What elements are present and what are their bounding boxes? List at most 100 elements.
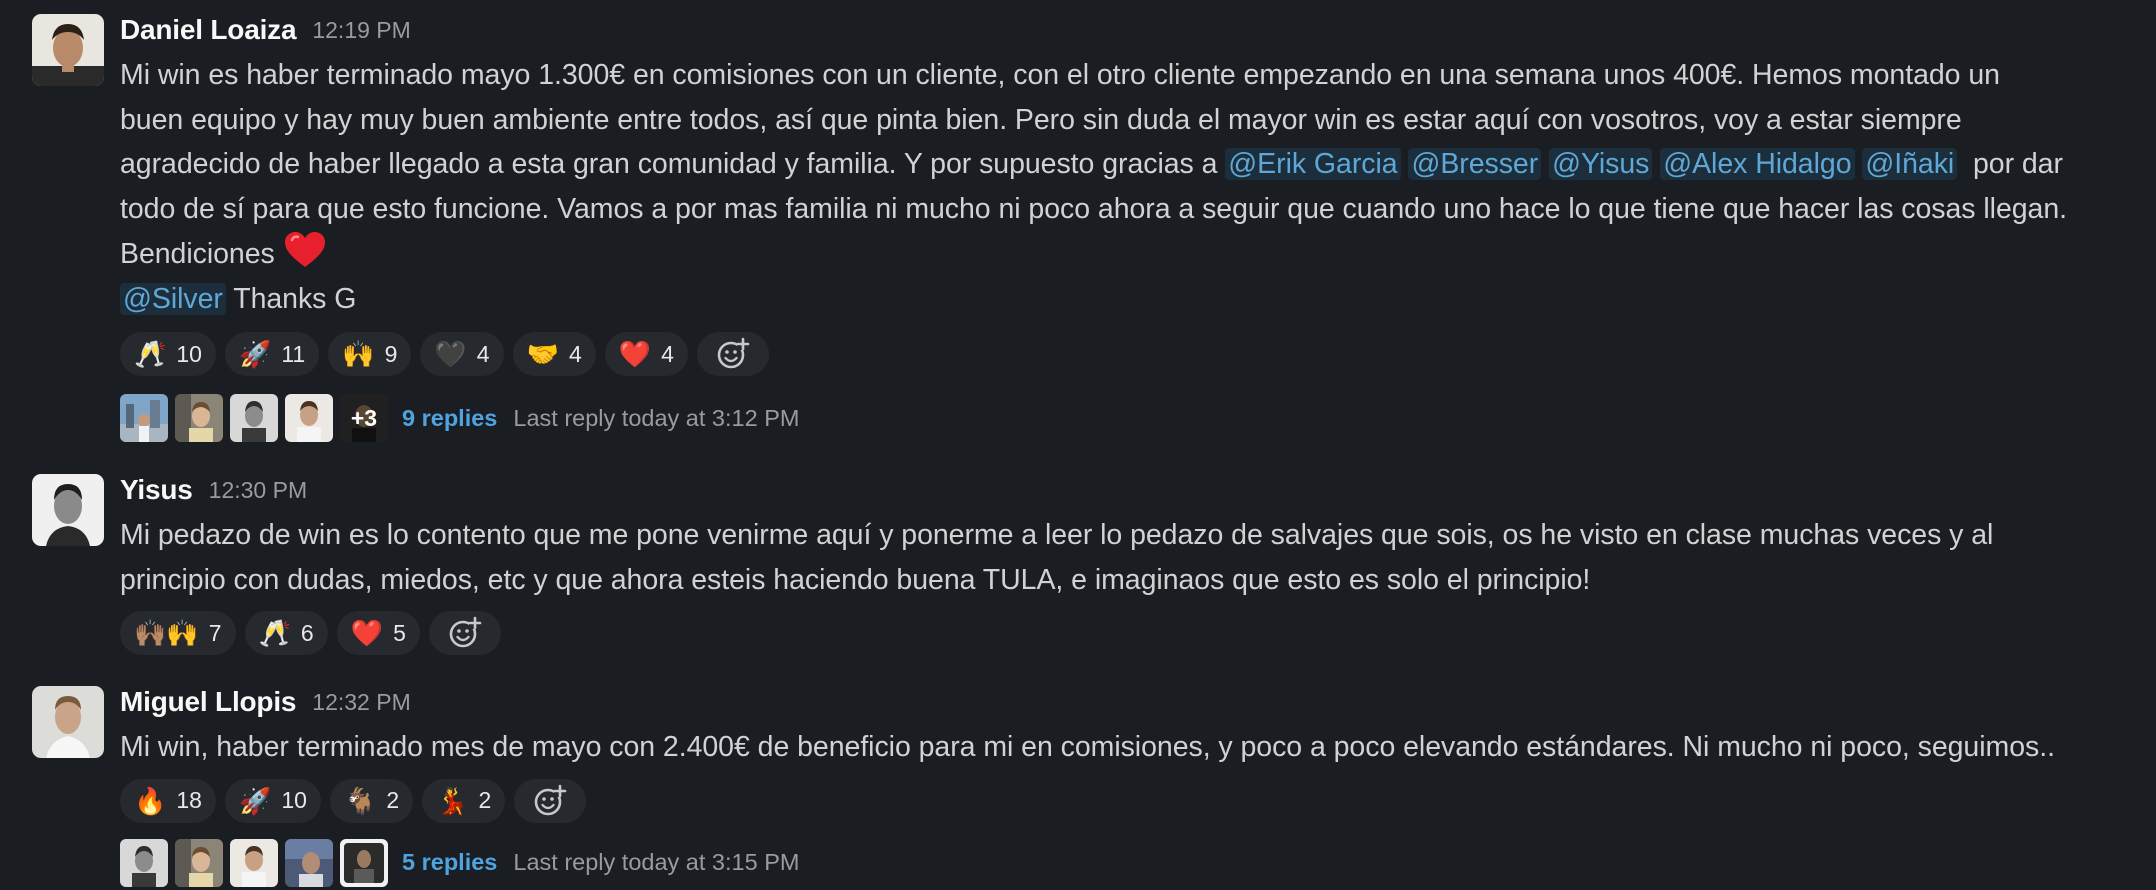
raised-hands-icon: 🙌🏽🙌 [134,618,199,648]
raised-hands-icon: 🙌 [342,339,375,369]
more-participants-count: +3 [340,394,388,442]
reaction-clinking-glasses[interactable]: 🥂 6 [244,611,328,655]
reaction-count: 10 [281,787,307,813]
add-reaction-icon [449,616,482,648]
thread-participant-avatar [285,838,333,887]
author-name[interactable]: Yisus [120,474,193,506]
reaction-black-heart[interactable]: 🖤 4 [420,332,504,376]
thread-participant-avatar [120,394,168,442]
message-body: Miguel Llopis 12:32 PM Mi win, haber ter… [120,682,2136,888]
reaction-count: 18 [176,787,202,813]
clinking-glasses-icon: 🥂 [134,339,167,369]
thread-participant-avatar [285,394,333,442]
message-daniel-loaiza: Daniel Loaiza 12:19 PM Mi win es haber t… [0,0,2156,450]
message-body: Daniel Loaiza 12:19 PM Mi win es haber t… [120,10,2136,443]
text-fragment: por dar [1972,148,2063,180]
text-line: buen equipo y hay muy buen ambiente entr… [120,103,1962,136]
thread-participant-avatar [340,838,388,887]
timestamp[interactable]: 12:32 PM [312,689,410,716]
thread-participant-avatar [175,838,223,887]
rocket-icon: 🚀 [238,785,272,816]
author-name[interactable]: Miguel Llopis [120,686,296,718]
handshake-icon: 🤝 [526,339,559,369]
reaction-count: 9 [384,340,398,367]
message-text: Mi win es haber terminado mayo 1.300€ en… [120,53,2136,321]
reaction-red-heart[interactable]: ❤️ 5 [336,611,420,655]
add-reaction-icon [534,784,567,815]
text-line: Bendiciones [120,231,2136,277]
reaction-clinking-glasses[interactable]: 🥂 10 [120,332,216,376]
text-fragment: Thanks G [233,282,357,315]
mention-bresser[interactable]: @Bresser [1408,148,1542,180]
reaction-red-heart[interactable]: ❤️ 4 [604,332,688,376]
timestamp[interactable]: 12:19 PM [312,17,410,44]
reaction-handshake[interactable]: 🤝 4 [512,332,596,376]
add-reaction-button[interactable] [514,778,587,823]
thread-participant-avatar [230,838,278,887]
reaction-count: 10 [176,340,202,367]
reaction-count: 6 [300,619,314,646]
mention-alex-hidalgo[interactable]: @Alex Hidalgo [1660,148,1855,180]
thread-summary[interactable]: 5 replies Last reply today at 3:15 PM [120,838,2136,888]
message-body: Yisus 12:30 PM Mi pedazo de win es lo co… [120,470,2136,656]
reaction-dancer[interactable]: 💃 2 [422,778,506,823]
last-reply-time: Last reply today at 3:12 PM [513,404,800,431]
heart-icon [284,232,325,267]
reaction-rocket[interactable]: 🚀 11 [224,332,320,376]
thread-participant-avatar [230,394,278,442]
avatar[interactable] [32,686,104,758]
message-text: Mi win, haber terminado mes de mayo con … [120,725,2136,770]
reaction-count: 2 [478,787,492,813]
avatar[interactable] [32,14,104,86]
reaction-raised-hands[interactable]: 🙌🏽🙌 7 [120,611,236,655]
message-header: Miguel Llopis 12:32 PM [120,682,2136,722]
message-header: Yisus 12:30 PM [120,470,2136,510]
avatar[interactable] [32,474,104,546]
text-line: Mi win, haber terminado mes de mayo con … [120,731,2055,763]
reaction-goat[interactable]: 🐐 2 [329,778,414,823]
message-miguel-llopis: Miguel Llopis 12:32 PM Mi win, haber ter… [0,678,2156,890]
author-name[interactable]: Daniel Loaiza [120,14,297,46]
rocket-icon: 🚀 [238,339,272,369]
mention-inaki[interactable]: @Iñaki [1862,148,1958,180]
text-line: Mi pedazo de win es lo contento que me p… [120,519,1994,551]
mention-silver[interactable]: @Silver [120,282,226,315]
thread-participant-avatar: +3 [340,394,388,442]
message-feed: Daniel Loaiza 12:19 PM Mi win es haber t… [0,0,2156,890]
timestamp[interactable]: 12:30 PM [209,477,307,504]
reaction-count: 4 [661,340,674,367]
reaction-count: 7 [208,619,222,646]
add-reaction-button[interactable] [428,611,501,655]
text-fragment: agradecido de haber llegado a esta gran … [120,148,1218,180]
replies-link[interactable]: 5 replies [402,849,497,876]
black-heart-icon: 🖤 [434,339,467,369]
text-fragment: Bendiciones [120,238,275,270]
reaction-fire[interactable]: 🔥 18 [120,778,216,823]
red-heart-icon: ❤️ [618,339,652,369]
reactions-bar: 🙌🏽🙌 7 🥂 6 ❤️ 5 [120,610,2136,656]
reaction-count: 11 [281,340,306,367]
replies-link[interactable]: 9 replies [402,405,497,432]
red-heart-icon: ❤️ [350,618,384,648]
message-text: Mi pedazo de win es lo contento que me p… [120,513,2136,602]
text-line: @Silver Thanks G [120,277,2136,322]
reaction-count: 4 [476,340,490,367]
mention-erik-garcia[interactable]: @Erik Garcia [1225,148,1401,180]
reaction-count: 2 [386,787,400,813]
text-line: principio con dudas, miedos, etc y que a… [120,563,1591,596]
last-reply-time: Last reply today at 3:15 PM [513,849,800,875]
reactions-bar: 🔥 18 🚀 10 🐐 2 💃 2 [120,778,2136,824]
fire-icon: 🔥 [134,785,167,816]
add-reaction-button[interactable] [696,332,769,376]
thread-participant-avatar [175,394,223,442]
reaction-count: 4 [568,340,582,367]
message-header: Daniel Loaiza 12:19 PM [120,10,2136,50]
thread-summary[interactable]: +3 9 replies Last reply today at 3:12 PM [120,393,2136,443]
clinking-glasses-icon: 🥂 [258,618,291,648]
text-line: todo de sí para que esto funcione. Vamos… [120,192,2068,225]
add-reaction-icon [717,337,750,369]
reaction-rocket[interactable]: 🚀 10 [224,778,321,823]
mention-yisus[interactable]: @Yisus [1549,148,1653,180]
reaction-raised-hands[interactable]: 🙌 9 [328,332,412,376]
thread-participant-avatar [120,838,168,887]
